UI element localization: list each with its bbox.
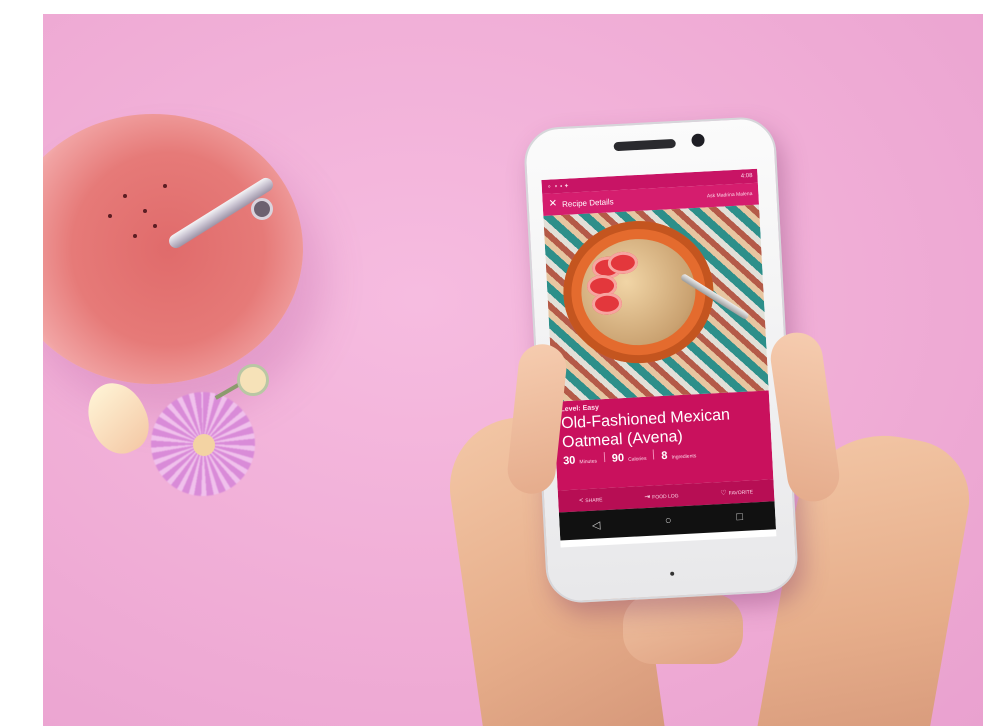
flower-bud	[77, 373, 159, 463]
stat-value: 8	[661, 449, 668, 463]
food-log-icon: ⇥	[644, 493, 651, 502]
stat-value: 90	[611, 452, 625, 465]
home-icon[interactable]: ○	[665, 515, 672, 527]
front-camera	[691, 133, 705, 148]
stat-unit: Minutes	[579, 458, 598, 466]
flower-center	[193, 434, 215, 456]
stat-value: 30	[562, 454, 576, 468]
stat-unit: Ingredients	[671, 453, 697, 461]
phone-screen: ⚬ ⚬ ▪ ✦ 4:08 ✕ Recipe Details Ask Madrin…	[541, 168, 777, 548]
speaker	[613, 138, 676, 152]
share-button[interactable]: < SHARE	[579, 496, 603, 504]
share-icon: <	[579, 496, 584, 504]
status-icons: ⚬ ⚬ ▪ ✦	[546, 183, 570, 191]
straw-end	[251, 198, 273, 220]
stat-unit: Calories	[628, 455, 647, 463]
recipe-info: Level: Easy Old-Fashioned Mexican Oatmea…	[553, 390, 774, 491]
app-bar-title: Recipe Details	[561, 196, 614, 209]
favorite-button[interactable]: ♡ FAVORITE	[720, 487, 753, 497]
heart-icon: ♡	[720, 489, 727, 498]
food-log-button[interactable]: ⇥ FOOD LOG	[644, 491, 679, 501]
small-bud	[237, 364, 269, 396]
phone-sensor	[670, 571, 675, 576]
ask-link[interactable]: Ask Madrina Malena	[707, 191, 753, 199]
close-icon[interactable]: ✕	[548, 198, 557, 209]
status-time: 4:08	[740, 172, 753, 180]
smoothie-glass	[43, 114, 303, 384]
recipe-image	[543, 204, 769, 402]
photo-scene: ⚬ ⚬ ▪ ✦ 4:08 ✕ Recipe Details Ask Madrin…	[43, 14, 983, 726]
back-icon[interactable]: ◁	[592, 518, 601, 531]
finger	[623, 594, 743, 664]
recents-icon[interactable]: □	[736, 511, 743, 523]
